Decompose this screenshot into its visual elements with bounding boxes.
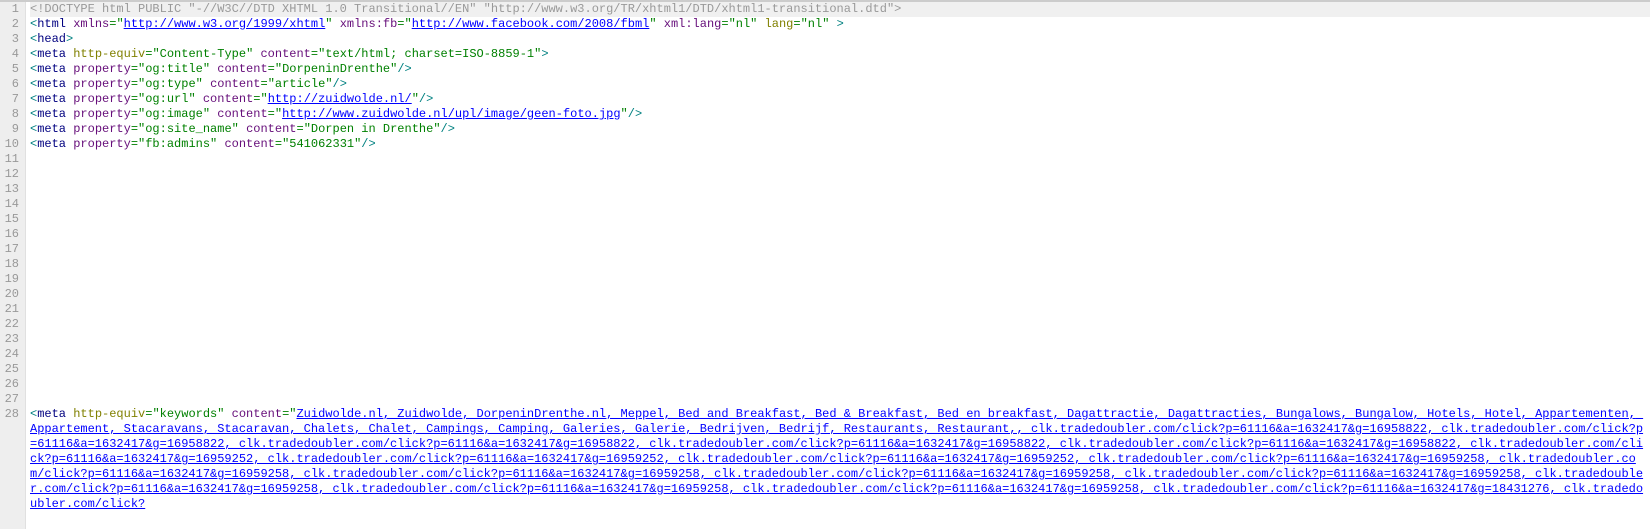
line-number: 28 <box>2 407 19 422</box>
code-editor[interactable]: <!DOCTYPE html PUBLIC "-//W3C//DTD XHTML… <box>26 2 1650 529</box>
line-number: 6 <box>2 77 19 92</box>
attr-name: xmlns <box>73 17 109 31</box>
attr-name: http-equiv <box>73 47 145 61</box>
line-number: 25 <box>2 362 19 377</box>
code-line[interactable]: <meta http-equiv="Content-Type" content=… <box>30 47 1650 62</box>
line-number: 17 <box>2 242 19 257</box>
code-line[interactable]: <!DOCTYPE html PUBLIC "-//W3C//DTD XHTML… <box>30 2 1650 17</box>
code-line[interactable] <box>30 182 1650 197</box>
tag-name: head <box>37 32 66 46</box>
code-line[interactable]: <meta property="og:title" content="Dorpe… <box>30 62 1650 77</box>
line-number: 8 <box>2 107 19 122</box>
code-line[interactable]: <meta http-equiv="keywords" content="Zui… <box>30 407 1650 512</box>
code-line[interactable]: <meta property="fb:admins" content="5410… <box>30 137 1650 152</box>
line-number: 22 <box>2 317 19 332</box>
attr-value: nl <box>736 17 750 31</box>
line-number: 20 <box>2 287 19 302</box>
code-line[interactable] <box>30 347 1650 362</box>
line-number: 10 <box>2 137 19 152</box>
code-line[interactable] <box>30 257 1650 272</box>
keywords-value: Zuidwolde.nl, Zuidwolde, DorpeninDrenthe… <box>30 407 1643 511</box>
line-number: 2 <box>2 17 19 32</box>
code-line[interactable] <box>30 167 1650 182</box>
line-number: 27 <box>2 392 19 407</box>
line-number-gutter: 1 2 3 4 5 6 7 8 9 10 11 12 13 14 15 16 1… <box>0 2 26 529</box>
line-number: 7 <box>2 92 19 107</box>
tag-close: > <box>541 47 548 61</box>
tag-close: > <box>837 17 844 31</box>
attr-name: content <box>260 47 310 61</box>
line-number: 9 <box>2 122 19 137</box>
attr-name: lang <box>765 17 794 31</box>
attr-name: xmlns:fb <box>340 17 398 31</box>
code-line[interactable] <box>30 302 1650 317</box>
attr-value: http://www.facebook.com/2008/fbml <box>412 17 650 31</box>
code-line[interactable]: <meta property="og:type" content="articl… <box>30 77 1650 92</box>
line-number: 3 <box>2 32 19 47</box>
code-line[interactable] <box>30 332 1650 347</box>
doctype: <!DOCTYPE html PUBLIC "-//W3C//DTD XHTML… <box>30 2 901 16</box>
tag-close: > <box>66 32 73 46</box>
line-number: 15 <box>2 212 19 227</box>
tag-name: html <box>37 17 66 31</box>
line-number: 14 <box>2 197 19 212</box>
attr-value: Content-Type <box>160 47 246 61</box>
line-number: 23 <box>2 332 19 347</box>
line-number: 1 <box>2 2 19 17</box>
line-number: 12 <box>2 167 19 182</box>
line-number: 26 <box>2 377 19 392</box>
tag-name: meta <box>37 47 66 61</box>
code-line[interactable]: <html xmlns="http://www.w3.org/1999/xhtm… <box>30 17 1650 32</box>
code-line[interactable] <box>30 272 1650 287</box>
code-line[interactable] <box>30 212 1650 227</box>
code-line[interactable] <box>30 287 1650 302</box>
code-line[interactable] <box>30 227 1650 242</box>
code-line[interactable] <box>30 317 1650 332</box>
code-line[interactable] <box>30 392 1650 407</box>
attr-value: http://www.w3.org/1999/xhtml <box>124 17 326 31</box>
attr-value: text/html; charset=ISO-8859-1 <box>325 47 534 61</box>
code-line[interactable]: <meta property="og:site_name" content="D… <box>30 122 1650 137</box>
line-number: 24 <box>2 347 19 362</box>
code-line[interactable] <box>30 197 1650 212</box>
code-line[interactable] <box>30 377 1650 392</box>
code-line[interactable] <box>30 152 1650 167</box>
line-number: 18 <box>2 257 19 272</box>
line-number: 5 <box>2 62 19 77</box>
attr-value: nl <box>808 17 822 31</box>
line-number: 13 <box>2 182 19 197</box>
line-number: 21 <box>2 302 19 317</box>
line-number: 4 <box>2 47 19 62</box>
attr-name: xml:lang <box>664 17 722 31</box>
code-line[interactable]: <meta property="og:image" content="http:… <box>30 107 1650 122</box>
line-number: 11 <box>2 152 19 167</box>
code-line[interactable]: <head> <box>30 32 1650 47</box>
code-line[interactable] <box>30 362 1650 377</box>
code-line[interactable] <box>30 242 1650 257</box>
line-number: 16 <box>2 227 19 242</box>
line-number: 19 <box>2 272 19 287</box>
code-line[interactable]: <meta property="og:url" content="http://… <box>30 92 1650 107</box>
